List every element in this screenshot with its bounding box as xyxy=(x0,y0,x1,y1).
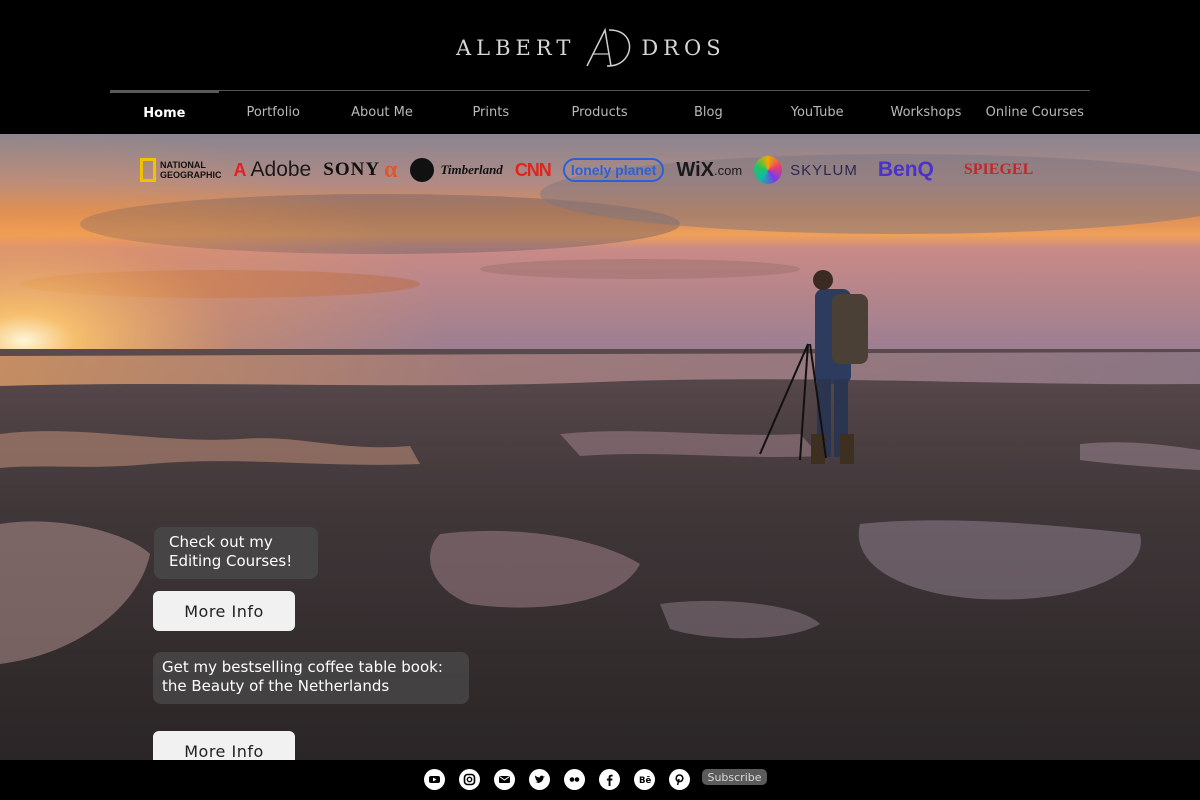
nav-portfolio[interactable]: Portfolio xyxy=(219,91,328,134)
site-footer: Bē Subscribe xyxy=(0,760,1200,800)
youtube-icon[interactable] xyxy=(424,769,445,790)
spiegel-logo: SPIEGEL xyxy=(963,161,1034,178)
site-logo[interactable]: ALBERT DROS xyxy=(456,26,726,70)
twitter-icon[interactable] xyxy=(529,769,550,790)
nav-workshops[interactable]: Workshops xyxy=(872,91,981,134)
email-icon[interactable] xyxy=(494,769,515,790)
flickr-icon[interactable] xyxy=(564,769,585,790)
svg-text:Bē: Bē xyxy=(639,776,651,786)
nav-home[interactable]: Home xyxy=(110,90,219,133)
main-nav: Home Portfolio About Me Prints Products … xyxy=(110,90,1090,134)
instagram-icon[interactable] xyxy=(459,769,480,790)
cnn-logo: CNN xyxy=(514,159,552,180)
partner-logos: NATIONAL GEOGRAPHIC A Adobe SONY α Timberla… xyxy=(140,148,1060,192)
site-header: ALBERT DROS Home Portfolio About Me Prin… xyxy=(0,0,1200,134)
adobe-logo: A Adobe xyxy=(233,158,312,181)
logo-first-name: ALBERT xyxy=(456,36,576,60)
lonely-planet-logo: lonely planet xyxy=(562,158,665,182)
sony-alpha-logo: SONY α xyxy=(323,156,399,183)
nav-online-courses[interactable]: Online Courses xyxy=(980,91,1089,134)
timberland-logo: Timberland xyxy=(410,158,503,182)
logo-last-name: DROS xyxy=(641,36,726,60)
facebook-icon[interactable] xyxy=(599,769,620,790)
more-info-book-button[interactable]: More Info xyxy=(153,731,295,760)
nav-about-me[interactable]: About Me xyxy=(328,91,437,134)
hero-section: NATIONAL GEOGRAPHIC A Adobe SONY α Timberla… xyxy=(0,134,1200,760)
social-links: Bē xyxy=(424,769,704,790)
benq-logo: BenQ xyxy=(877,158,934,181)
more-info-courses-button[interactable]: More Info xyxy=(153,591,295,631)
nav-youtube[interactable]: YouTube xyxy=(763,91,872,134)
pinterest-icon[interactable] xyxy=(669,769,690,790)
nav-products[interactable]: Products xyxy=(545,91,654,134)
promo-coffee-table-book: Get my bestselling coffee table book: th… xyxy=(153,652,469,704)
ad-monogram-icon xyxy=(586,27,631,67)
skylum-logo: SKYLUM xyxy=(754,156,858,184)
subscribe-button[interactable]: Subscribe xyxy=(702,769,767,785)
nav-prints[interactable]: Prints xyxy=(436,91,545,134)
promo-editing-courses: Check out my Editing Courses! xyxy=(154,527,318,579)
behance-icon[interactable]: Bē xyxy=(634,769,655,790)
nav-blog[interactable]: Blog xyxy=(654,91,763,134)
wix-logo: WiX .com xyxy=(676,158,743,181)
national-geographic-logo: NATIONAL GEOGRAPHIC xyxy=(140,158,222,182)
